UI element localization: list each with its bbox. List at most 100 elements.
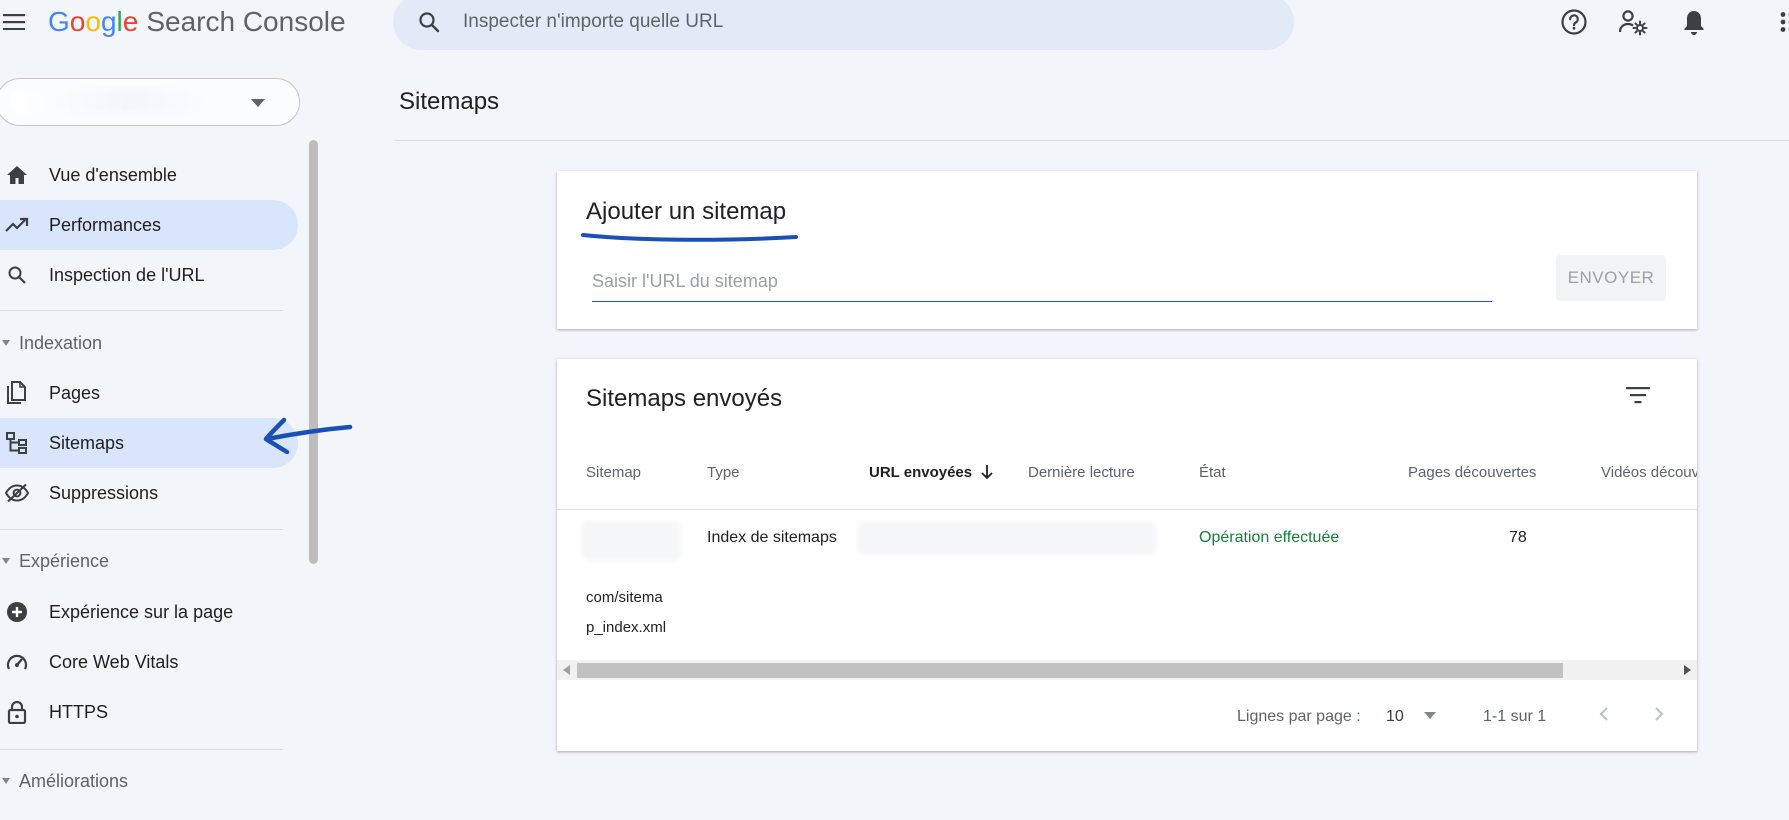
sidebar-item-label: Sitemaps [49, 432, 125, 453]
visibility-off-icon [4, 483, 30, 503]
redacted-domain [581, 521, 681, 561]
url-inspection-search[interactable] [393, 0, 1294, 50]
annotation-underline [580, 231, 800, 243]
property-selector[interactable] [0, 78, 300, 126]
section-indexation[interactable]: Indexation [0, 328, 102, 358]
property-value [9, 90, 209, 114]
home-icon [4, 165, 30, 185]
apps-icon [1779, 11, 1789, 33]
sitemap-icon [4, 432, 30, 454]
submitted-sitemaps-card: Sitemaps envoyés Sitemap Type URL envoyé… [557, 359, 1697, 751]
rows-per-page-label: Lignes par page : [1237, 708, 1361, 725]
sidebar-item-removals[interactable]: Suppressions [0, 468, 298, 518]
sidebar-divider [0, 310, 283, 311]
sidebar-item-label: Expérience sur la page [49, 601, 234, 622]
apps-button[interactable] [1772, 5, 1789, 39]
submitted-sitemaps-title: Sitemaps envoyés [586, 385, 783, 412]
menu-icon [3, 14, 25, 30]
redacted-values [857, 521, 1157, 555]
add-sitemap-card: Ajouter un sitemap ENVOYER [557, 171, 1697, 329]
help-button[interactable] [1557, 5, 1591, 39]
speed-icon [4, 652, 30, 672]
horizontal-scrollbar[interactable] [557, 660, 1697, 680]
sidebar-divider [0, 749, 283, 750]
logo-letter: o [69, 6, 86, 37]
collapse-triangle-icon [2, 340, 10, 346]
search-icon [4, 265, 30, 285]
table-header-divider [557, 509, 1697, 510]
trending-up-icon [4, 217, 30, 233]
logo-letter: e [122, 6, 139, 37]
sidebar-item-label: Performances [49, 214, 162, 235]
scrollbar-thumb[interactable] [577, 663, 1563, 678]
settings-icon [1618, 8, 1648, 36]
rows-per-page-dropdown-icon[interactable] [1424, 712, 1436, 719]
sidebar-item-sitemaps[interactable]: Sitemaps [0, 418, 298, 468]
sidebar-item-core-web-vitals[interactable]: Core Web Vitals [0, 637, 298, 687]
annotation-arrow [258, 414, 353, 454]
sitemap-type: Index de sitemaps [707, 529, 837, 546]
product-name: Search Console [146, 6, 346, 37]
sort-arrow-down-icon [981, 465, 993, 480]
pages-icon [4, 381, 30, 405]
sidebar-item-performance[interactable]: Performances [0, 200, 298, 250]
next-page-icon[interactable] [1649, 702, 1669, 726]
section-label: Indexation [19, 332, 103, 353]
dropdown-caret-icon [251, 99, 265, 107]
scroll-right-arrow-icon[interactable] [1684, 665, 1691, 675]
pagination: Lignes par page : 10 1-1 sur 1 [557, 699, 1697, 735]
menu-button[interactable] [0, 8, 28, 36]
search-icon[interactable] [415, 8, 443, 36]
column-header-discovered-videos[interactable]: Vidéos découv [1601, 464, 1697, 481]
title-divider [395, 140, 1789, 141]
sidebar-item-overview[interactable]: Vue d'ensemble [0, 150, 298, 200]
sidebar-item-label: Inspection de l'URL [49, 264, 205, 285]
logo-letter: G [48, 6, 70, 37]
sidebar-item-label: HTTPS [49, 701, 109, 722]
section-label: Expérience [19, 550, 110, 571]
notifications-icon [1682, 8, 1706, 36]
column-header-type[interactable]: Type [707, 464, 740, 481]
scroll-left-arrow-icon[interactable] [563, 665, 570, 675]
search-console-logo[interactable]: Google Search Console [48, 6, 346, 40]
notifications-button[interactable] [1677, 5, 1711, 39]
sidebar-scrollbar[interactable] [309, 140, 318, 564]
column-header-submitted-urls[interactable]: URL envoyées [869, 464, 993, 481]
add-sitemap-title: Ajouter un sitemap [586, 198, 787, 225]
sitemap-path-line: p_index.xml [586, 619, 667, 636]
sidebar-item-url-inspection[interactable]: Inspection de l'URL [0, 250, 298, 300]
previous-page-icon[interactable] [1594, 702, 1614, 726]
section-experience[interactable]: Expérience [0, 546, 109, 576]
column-header-status[interactable]: État [1199, 464, 1226, 481]
pagination-range: 1-1 sur 1 [1483, 708, 1547, 725]
collapse-triangle-icon [2, 778, 10, 784]
sidebar-item-label: Suppressions [49, 482, 159, 503]
sitemap-path-line: com/sitema [586, 589, 663, 606]
column-header-last-read[interactable]: Dernière lecture [1028, 464, 1135, 481]
section-enhancements[interactable]: Améliorations [0, 766, 128, 796]
help-icon [1560, 8, 1588, 36]
column-header-discovered-pages[interactable]: Pages découvertes [1408, 464, 1536, 481]
discovered-pages-count: 78 [1509, 529, 1527, 546]
sidebar-divider [0, 529, 283, 530]
column-header-sitemap[interactable]: Sitemap [586, 464, 641, 481]
sidebar-item-label: Vue d'ensemble [49, 164, 177, 185]
sitemap-url-input[interactable] [592, 263, 1492, 302]
sidebar-item-page-experience[interactable]: Expérience sur la page [0, 587, 298, 637]
sidebar-item-https[interactable]: HTTPS [0, 687, 298, 737]
filter-button[interactable] [1620, 377, 1656, 413]
logo-letter: g [100, 6, 117, 37]
status-success: Opération effectuée [1199, 529, 1340, 546]
collapse-triangle-icon [2, 558, 10, 564]
section-label: Améliorations [19, 770, 129, 791]
page-title: Sitemaps [399, 88, 500, 115]
sidebar-item-pages[interactable]: Pages [0, 368, 298, 418]
submit-sitemap-button[interactable]: ENVOYER [1556, 255, 1666, 301]
filter-icon [1626, 386, 1650, 404]
settings-button[interactable] [1616, 5, 1650, 39]
sidebar-item-label: Core Web Vitals [49, 651, 179, 672]
sidebar-item-label: Pages [49, 382, 101, 403]
column-header-label: URL envoyées [869, 464, 973, 481]
search-input[interactable] [461, 10, 1225, 34]
rows-per-page-value[interactable]: 10 [1386, 708, 1404, 726]
